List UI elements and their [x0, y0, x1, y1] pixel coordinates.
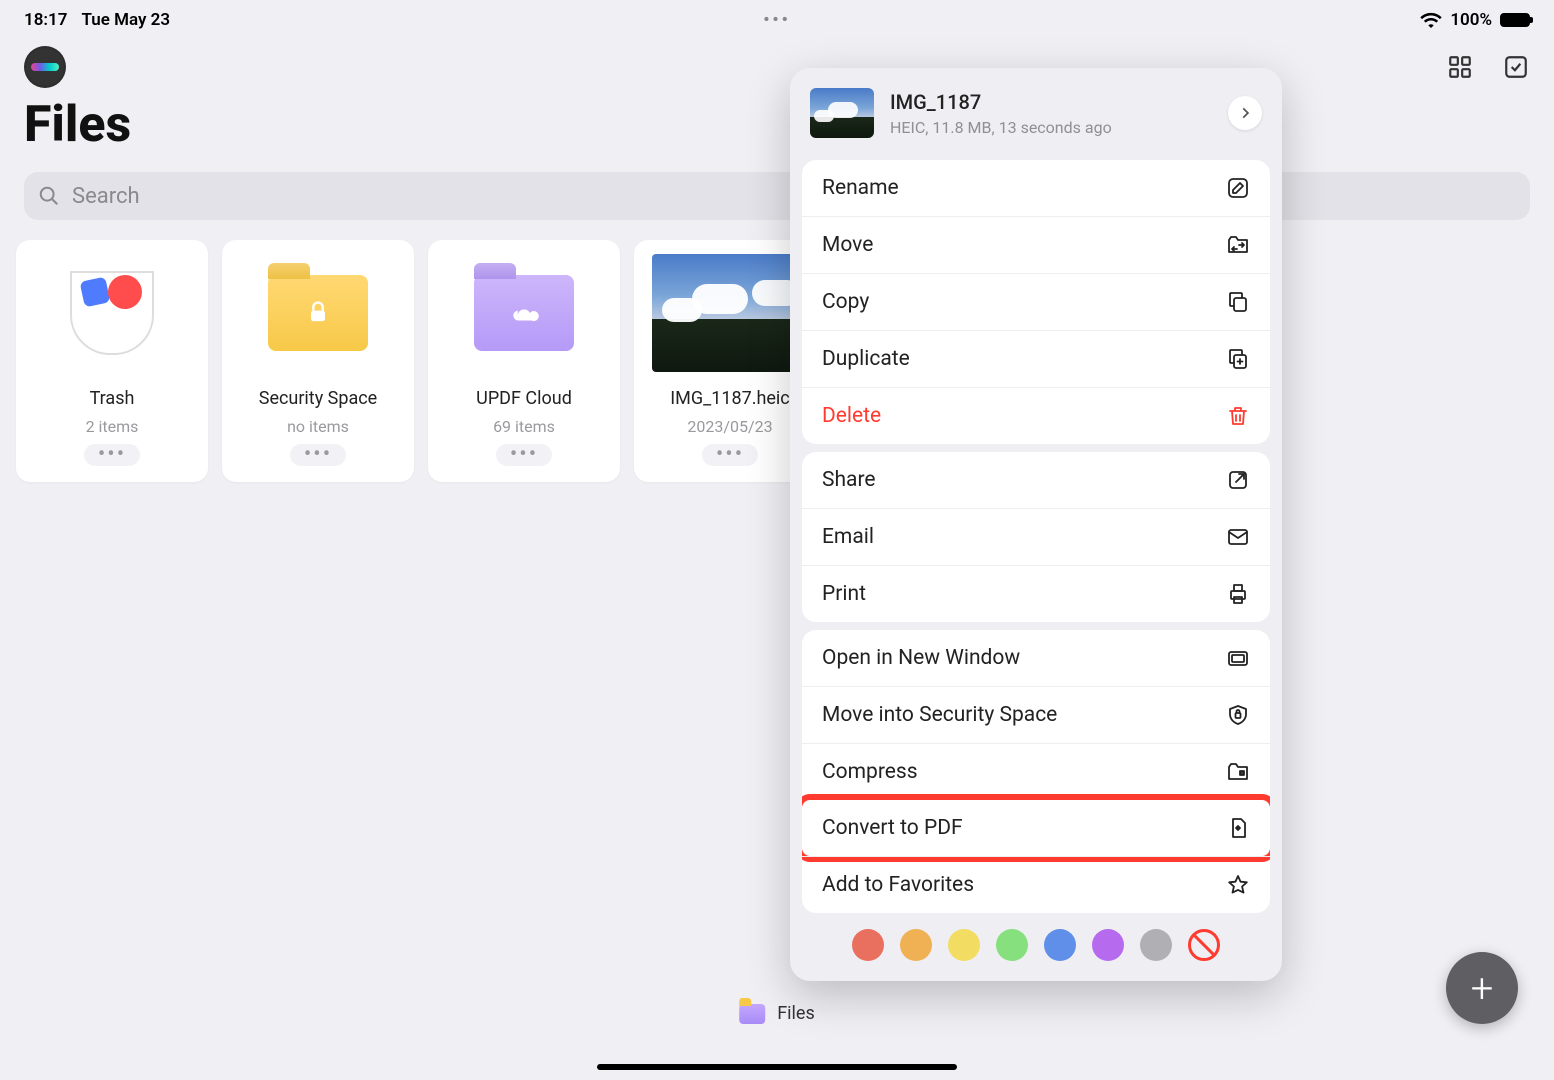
menu-item-label: Copy [822, 290, 869, 314]
file-card[interactable]: Security Space no items ••• [222, 240, 414, 482]
file-sub: 2023/05/23 [687, 417, 772, 436]
select-mode-icon[interactable] [1502, 53, 1530, 81]
menu-item-rename[interactable]: Rename [802, 160, 1270, 216]
folder-icon [739, 1004, 765, 1024]
bottom-location-label: Files [777, 1003, 815, 1024]
rename-icon [1226, 176, 1250, 200]
tag-color[interactable] [900, 929, 932, 961]
file-thumbnail [810, 88, 874, 138]
file-name: Trash [90, 388, 135, 409]
menu-item-move-into-security-space[interactable]: Move into Security Space [802, 686, 1270, 743]
trash-icon [1226, 404, 1250, 428]
move-icon [1226, 233, 1250, 257]
context-file-meta: HEIC, 11.8 MB, 13 seconds ago [890, 118, 1112, 137]
pdf-icon [1226, 816, 1250, 840]
menu-item-delete[interactable]: Delete [802, 387, 1270, 444]
menu-group: Share Email Print [802, 452, 1270, 622]
menu-item-label: Duplicate [822, 347, 910, 371]
mail-icon [1226, 525, 1250, 549]
menu-item-add-to-favorites[interactable]: Add to Favorites [802, 856, 1270, 913]
print-icon [1226, 582, 1250, 606]
menu-item-label: Email [822, 525, 874, 549]
file-sub: 69 items [493, 417, 555, 436]
more-icon[interactable]: ••• [84, 444, 140, 466]
search-input[interactable]: Search [24, 172, 1530, 220]
menu-item-convert-to-pdf[interactable]: Convert to PDF [802, 800, 1270, 856]
more-icon[interactable]: ••• [496, 444, 552, 466]
menu-item-share[interactable]: Share [802, 452, 1270, 508]
menu-item-label: Print [822, 582, 866, 606]
file-sub: 2 items [86, 417, 139, 436]
file-card[interactable]: Trash 2 items ••• [16, 240, 208, 482]
menu-item-label: Rename [822, 176, 899, 200]
tag-color-row [802, 913, 1270, 969]
battery-percent: 100% [1450, 10, 1492, 30]
files-grid: Trash 2 items ••• Security Space no items •••… [0, 220, 1554, 502]
menu-item-label: Convert to PDF [822, 816, 963, 840]
context-file-header[interactable]: IMG_1187 HEIC, 11.8 MB, 13 seconds ago [802, 80, 1270, 152]
tag-color[interactable] [1092, 929, 1124, 961]
menu-group: Open in New Window Move into Security Spa… [802, 630, 1270, 913]
status-time: 18:17 [24, 10, 67, 30]
tag-color[interactable] [1140, 929, 1172, 961]
context-file-name: IMG_1187 [890, 90, 1112, 114]
tag-color[interactable] [852, 929, 884, 961]
page-title: Files [0, 88, 1554, 172]
chevron-right-icon[interactable] [1228, 96, 1262, 130]
search-placeholder: Search [72, 184, 140, 209]
share-icon [1226, 468, 1250, 492]
menu-item-email[interactable]: Email [802, 508, 1270, 565]
tag-color[interactable] [948, 929, 980, 961]
menu-item-duplicate[interactable]: Duplicate [802, 330, 1270, 387]
copy-icon [1226, 290, 1250, 314]
bottom-location[interactable]: Files [739, 1003, 815, 1024]
menu-item-open-in-new-window[interactable]: Open in New Window [802, 630, 1270, 686]
menu-item-compress[interactable]: Compress [802, 743, 1270, 800]
search-icon [38, 185, 60, 207]
home-indicator[interactable] [597, 1064, 957, 1070]
menu-item-move[interactable]: Move [802, 216, 1270, 273]
zip-icon [1226, 760, 1250, 784]
menu-item-copy[interactable]: Copy [802, 273, 1270, 330]
menu-item-label: Compress [822, 760, 918, 784]
add-button[interactable]: + [1446, 952, 1518, 1024]
more-icon[interactable]: ••• [702, 444, 758, 466]
app-avatar-icon[interactable] [24, 46, 66, 88]
tag-none[interactable] [1188, 929, 1220, 961]
menu-item-label: Share [822, 468, 876, 492]
battery-icon [1500, 13, 1530, 27]
shield-icon [1226, 703, 1250, 727]
file-sub: no items [287, 417, 349, 436]
highlight-ring: Convert to PDF [802, 794, 1270, 862]
file-name: UPDF Cloud [476, 388, 572, 409]
duplicate-icon [1226, 347, 1250, 371]
tag-color[interactable] [1044, 929, 1076, 961]
menu-group: Rename Move Copy Duplicate Delete [802, 160, 1270, 444]
menu-item-label: Delete [822, 404, 881, 428]
view-grid-icon[interactable] [1446, 53, 1474, 81]
file-name: IMG_1187.heic [670, 388, 789, 409]
file-name: Security Space [259, 388, 377, 409]
menu-item-label: Add to Favorites [822, 873, 974, 897]
menu-item-print[interactable]: Print [802, 565, 1270, 622]
context-menu: IMG_1187 HEIC, 11.8 MB, 13 seconds ago R… [790, 68, 1282, 981]
multitask-dots-icon[interactable]: ••• [763, 10, 791, 30]
wifi-icon [1420, 12, 1442, 28]
menu-item-label: Move into Security Space [822, 703, 1057, 727]
status-bar: 18:17 Tue May 23 ••• 100% [0, 0, 1554, 30]
window-icon [1226, 646, 1250, 670]
menu-item-label: Move [822, 233, 873, 257]
tag-color[interactable] [996, 929, 1028, 961]
star-icon [1226, 873, 1250, 897]
file-card[interactable]: UPDF Cloud 69 items ••• [428, 240, 620, 482]
more-icon[interactable]: ••• [290, 444, 346, 466]
status-date: Tue May 23 [81, 10, 170, 30]
menu-item-label: Open in New Window [822, 646, 1020, 670]
